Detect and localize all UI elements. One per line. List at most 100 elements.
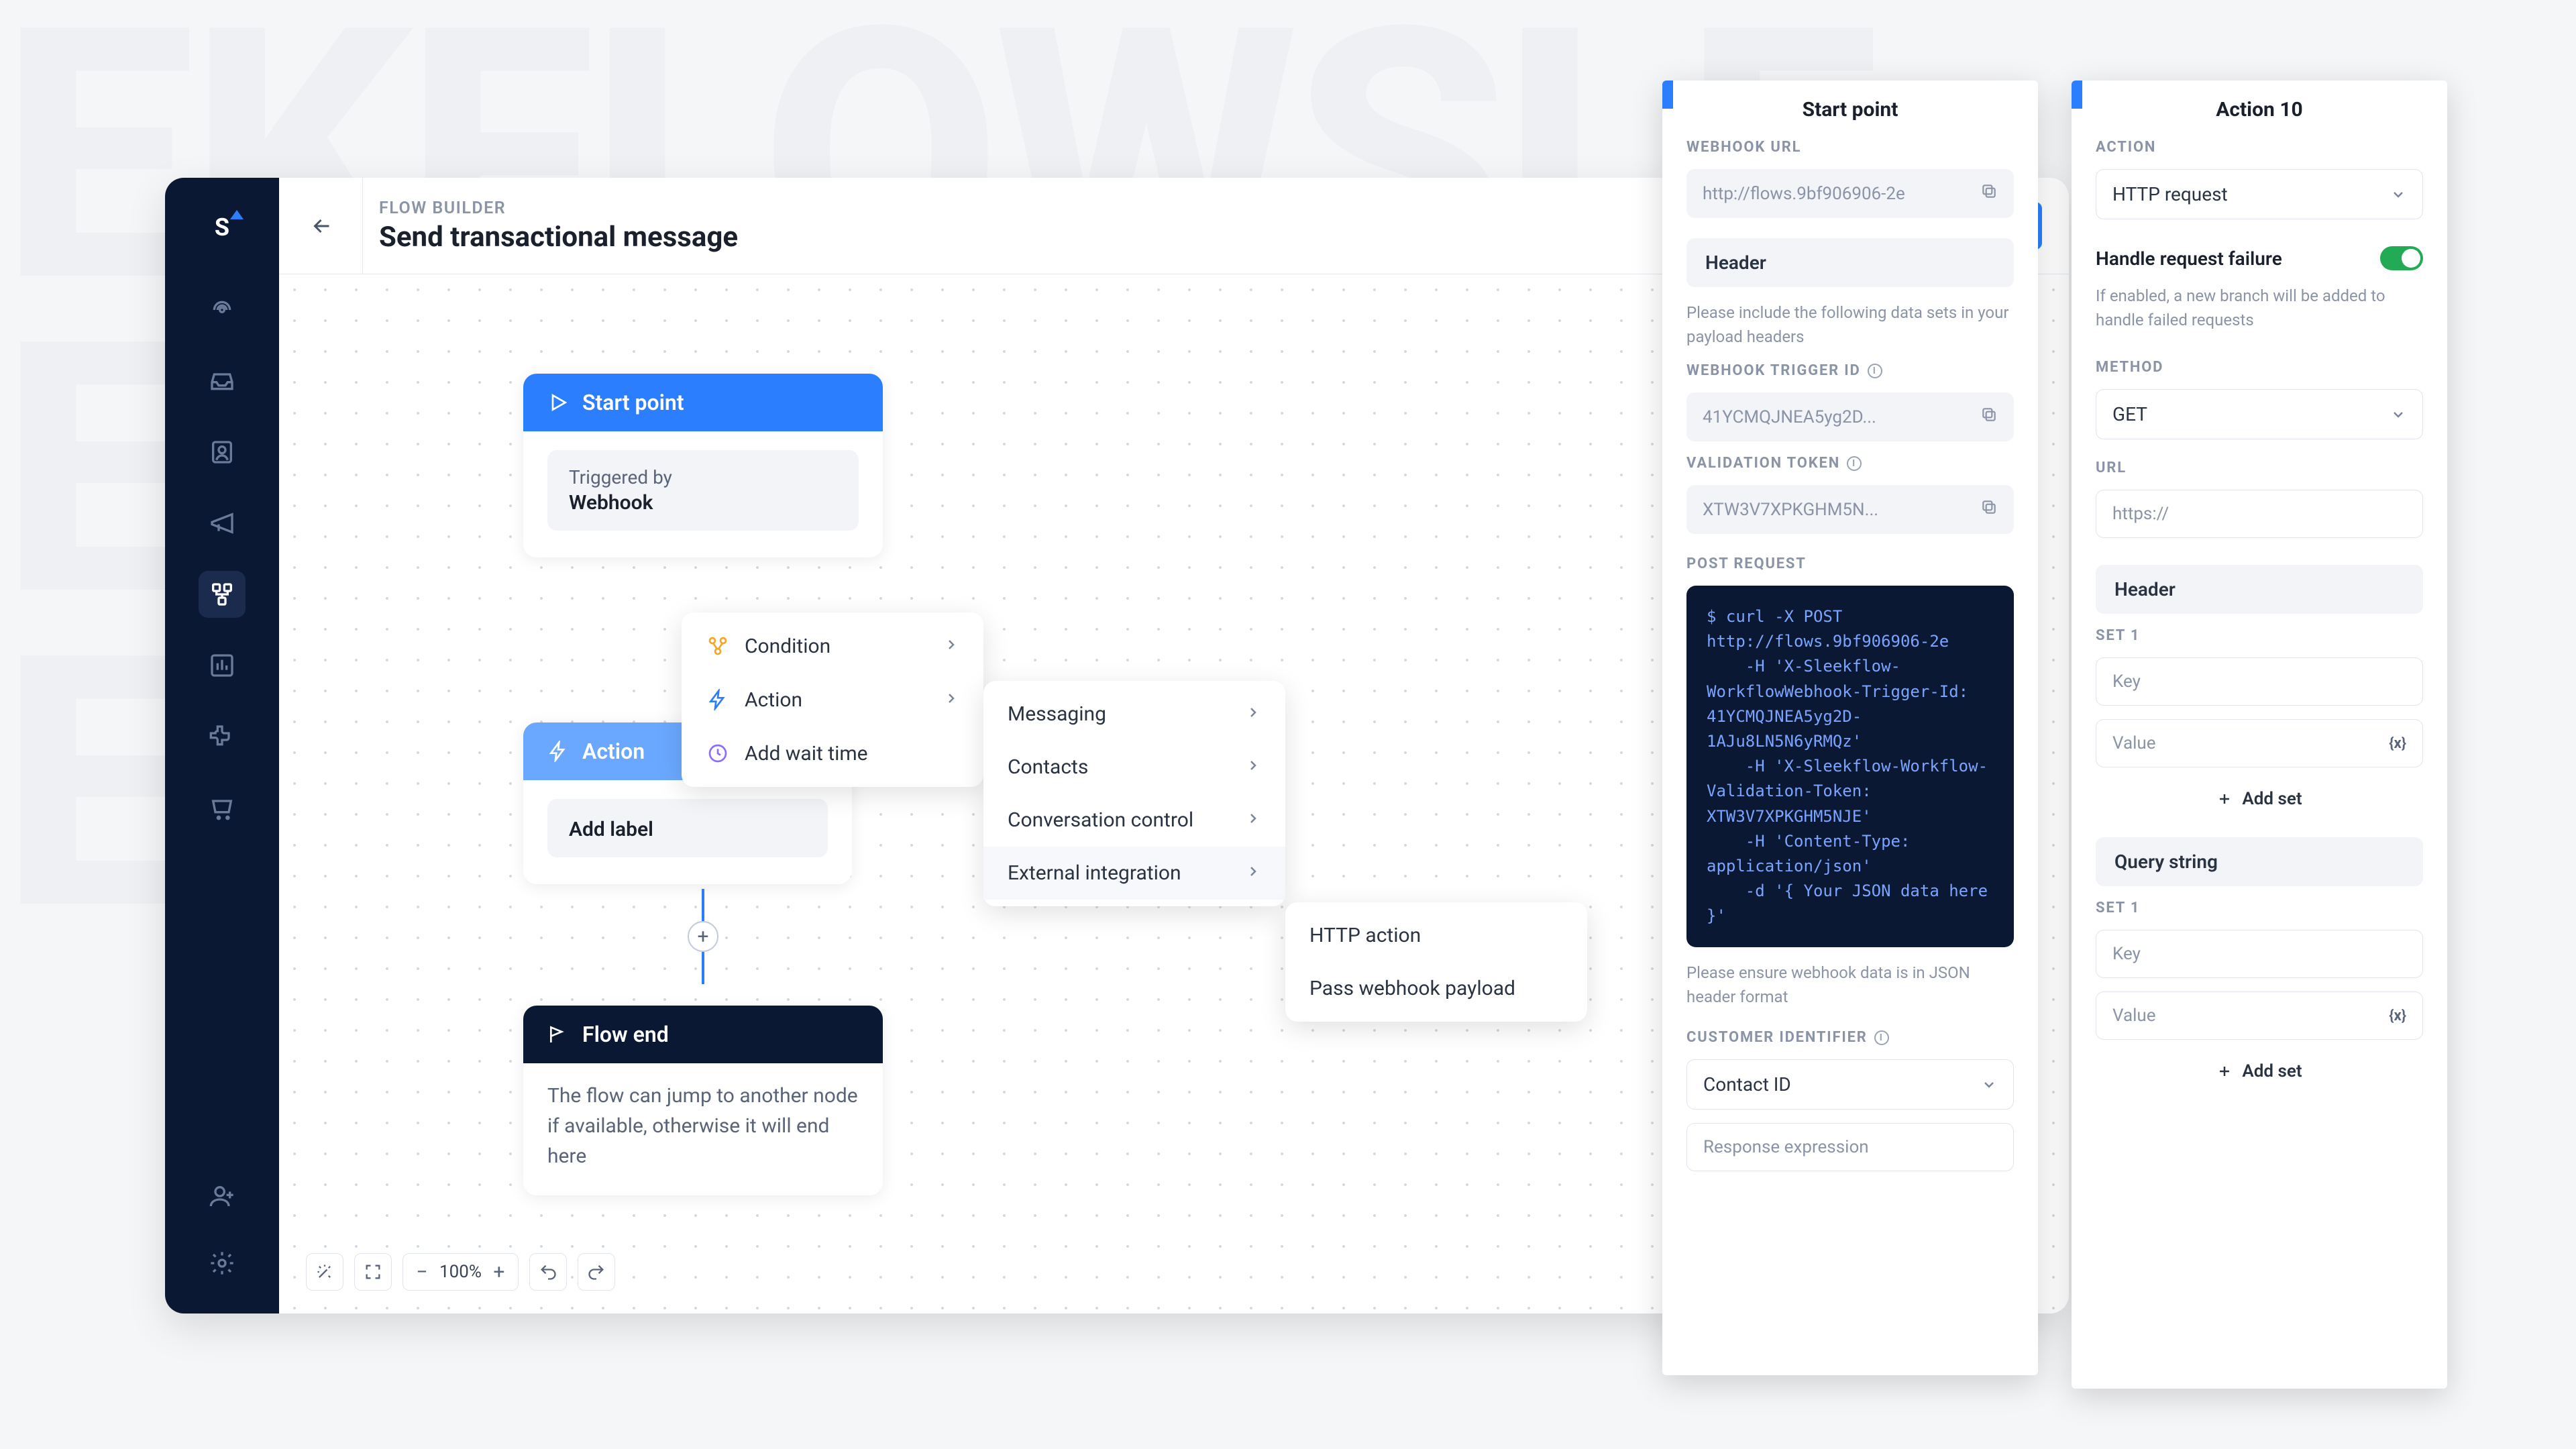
action-type-select[interactable]: HTTP request xyxy=(2096,169,2423,219)
header-section-hint: Please include the following data sets i… xyxy=(1686,301,2014,349)
menu-external[interactable]: External integration xyxy=(983,847,1285,900)
panel2-title: Action 10 xyxy=(2072,80,2447,139)
nav-settings-icon[interactable] xyxy=(199,1240,246,1287)
page-title: Send transactional message xyxy=(379,221,738,254)
chevron-right-icon xyxy=(1245,861,1261,885)
menu-external-label: External integration xyxy=(1008,861,1181,885)
zoom-control: − 100% + xyxy=(402,1253,519,1291)
action-type-value: HTTP request xyxy=(2112,183,2228,205)
handle-failure-label: Handle request failure xyxy=(2096,248,2282,270)
menu-pass-payload[interactable]: Pass webhook payload xyxy=(1285,962,1587,1015)
nav-contacts-icon[interactable] xyxy=(199,429,246,476)
zoom-out-button[interactable]: − xyxy=(409,1258,435,1285)
trigger-label: Triggered by xyxy=(569,466,837,488)
query-set1-label: SET 1 xyxy=(2096,900,2423,916)
clock-icon xyxy=(706,741,730,765)
post-request-hint: Please ensure webhook data is in JSON he… xyxy=(1686,961,2014,1009)
start-node[interactable]: Start point Triggered by Webhook xyxy=(523,374,883,557)
query-value-input[interactable]: Value {x} xyxy=(2096,991,2423,1040)
trigger-id-field[interactable]: 41YCMQJNEA5yg2D... xyxy=(1686,392,2014,441)
variable-icon[interactable]: {x} xyxy=(2389,1008,2406,1024)
copy-icon[interactable] xyxy=(1980,406,1998,428)
undo-button[interactable] xyxy=(529,1253,567,1291)
nav-flows-icon[interactable] xyxy=(199,571,246,618)
chevron-right-icon xyxy=(943,635,959,658)
nav-invite-icon[interactable] xyxy=(199,1173,246,1220)
add-label-text: Add label xyxy=(569,818,806,841)
menu-action[interactable]: Action xyxy=(682,673,983,727)
nav-analytics-icon[interactable] xyxy=(199,642,246,689)
action-node-title: Action xyxy=(582,739,645,764)
external-submenu: HTTP action Pass webhook payload xyxy=(1285,902,1587,1022)
nav-inbox-icon[interactable] xyxy=(199,358,246,405)
info-icon[interactable]: i xyxy=(1868,364,1882,378)
magic-tidy-button[interactable] xyxy=(306,1253,343,1291)
header-value-placeholder: Value xyxy=(2112,733,2156,753)
header-set1-label: SET 1 xyxy=(2096,627,2423,644)
url-input[interactable]: https:// xyxy=(2096,490,2423,538)
variable-icon[interactable]: {x} xyxy=(2389,735,2406,752)
action-icon xyxy=(706,688,730,712)
query-section-title: Query string xyxy=(2096,837,2423,886)
panel1-title: Start point xyxy=(1662,80,2038,139)
query-key-input[interactable]: Key xyxy=(2096,930,2423,978)
menu-messaging-label: Messaging xyxy=(1008,702,1106,726)
info-icon[interactable]: i xyxy=(1847,456,1862,471)
flow-end-header: Flow end xyxy=(523,1006,883,1063)
chevron-right-icon xyxy=(1245,755,1261,779)
query-add-set-button[interactable]: Add set xyxy=(2096,1053,2423,1089)
menu-pass-label: Pass webhook payload xyxy=(1309,977,1515,1000)
start-point-panel: Start point WEBHOOK URL http://flows.9bf… xyxy=(1662,80,2038,1375)
zoom-in-button[interactable]: + xyxy=(486,1258,513,1285)
start-node-header: Start point xyxy=(523,374,883,431)
app-logo[interactable]: S xyxy=(203,209,241,246)
chevron-right-icon xyxy=(1245,702,1261,726)
menu-contacts[interactable]: Contacts xyxy=(983,741,1285,794)
trigger-id-label: WEBHOOK TRIGGER IDi xyxy=(1686,362,2014,379)
method-select[interactable]: GET xyxy=(2096,389,2423,439)
curl-example[interactable]: $ curl -X POST http://flows.9bf906906-2e… xyxy=(1686,586,2014,947)
nav-commerce-icon[interactable] xyxy=(199,784,246,831)
trigger-value: Webhook xyxy=(569,491,837,515)
nav-campaign-icon[interactable] xyxy=(199,500,246,547)
add-label-box[interactable]: Add label xyxy=(547,799,828,857)
sidebar: S xyxy=(165,178,279,1313)
header-divider xyxy=(362,178,363,274)
response-expression-input[interactable]: Response expression xyxy=(1686,1123,2014,1171)
menu-wait-label: Add wait time xyxy=(745,742,868,765)
handle-failure-toggle[interactable] xyxy=(2380,246,2423,270)
header-key-input[interactable]: Key xyxy=(2096,657,2423,706)
add-step-button[interactable]: + xyxy=(688,921,718,952)
flow-end-title: Flow end xyxy=(582,1022,669,1047)
menu-conversation[interactable]: Conversation control xyxy=(983,794,1285,847)
menu-http-action[interactable]: HTTP action xyxy=(1285,909,1587,962)
menu-wait[interactable]: Add wait time xyxy=(682,727,983,780)
webhook-url-field[interactable]: http://flows.9bf906906-2e xyxy=(1686,169,2014,218)
header-value-input[interactable]: Value {x} xyxy=(2096,719,2423,767)
menu-contacts-label: Contacts xyxy=(1008,755,1088,779)
header-kv-title: Header xyxy=(2096,565,2423,614)
redo-button[interactable] xyxy=(578,1253,615,1291)
menu-messaging[interactable]: Messaging xyxy=(983,688,1285,741)
chevron-right-icon xyxy=(1245,808,1261,832)
condition-icon xyxy=(706,634,730,658)
flow-end-node[interactable]: Flow end The flow can jump to another no… xyxy=(523,1006,883,1195)
customer-id-select[interactable]: Contact ID xyxy=(1686,1059,2014,1110)
nav-broadcast-icon[interactable] xyxy=(199,286,246,333)
menu-conversation-label: Conversation control xyxy=(1008,808,1193,832)
fit-screen-button[interactable] xyxy=(354,1253,392,1291)
info-icon[interactable]: i xyxy=(1874,1030,1889,1045)
nav-integrations-icon[interactable] xyxy=(199,713,246,760)
menu-condition[interactable]: Condition xyxy=(682,619,983,673)
back-button[interactable] xyxy=(306,210,338,242)
response-expression-placeholder: Response expression xyxy=(1703,1137,1869,1157)
flow-end-desc: The flow can jump to another node if ava… xyxy=(523,1063,883,1195)
query-value-placeholder: Value xyxy=(2112,1006,2156,1026)
action-label: ACTION xyxy=(2096,139,2423,156)
validation-token-field[interactable]: XTW3V7XPKGHM5N... xyxy=(1686,485,2014,534)
header-add-set-button[interactable]: Add set xyxy=(2096,781,2423,817)
copy-icon[interactable] xyxy=(1980,182,1998,205)
method-label: METHOD xyxy=(2096,359,2423,376)
url-label: URL xyxy=(2096,460,2423,476)
copy-icon[interactable] xyxy=(1980,498,1998,521)
